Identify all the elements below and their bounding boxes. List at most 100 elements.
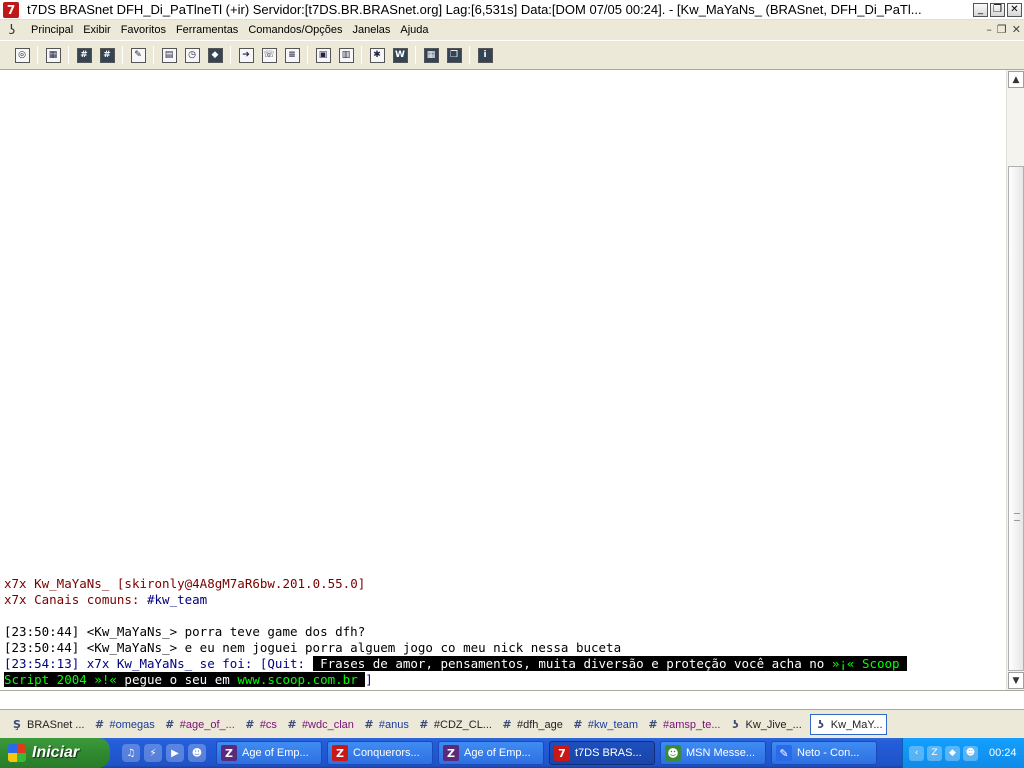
switchbar-label: Kw_Jive_... <box>745 718 802 731</box>
switchbar-item[interactable]: # #amsp_te... <box>646 714 720 735</box>
connect-icon[interactable]: ◎ <box>12 45 32 65</box>
chat-text: [23:54:13] x7x Kw_MaYaNs_ se foi: [Quit: <box>4 656 313 671</box>
server-icon: Ş <box>13 718 21 731</box>
menu-comandos[interactable]: Comandos/Opções <box>243 24 347 36</box>
taskbar-button[interactable]: 7 t7DS BRAS... <box>549 741 655 765</box>
menu-ajuda[interactable]: Ajuda <box>395 24 433 36</box>
chat-window[interactable]: x7x Kw_MaYaNs_ [skironly@4A8gM7aR6bw.201… <box>0 70 1006 690</box>
chat-line: x7x Canais comuns: #kw_team <box>4 592 1004 608</box>
tray-icon[interactable]: Z <box>927 745 942 761</box>
switchbar-item[interactable]: ʖ Kw_MaY... <box>809 714 887 735</box>
chat-line: [23:50:44] <Kw_MaYaNs_> porra teve game … <box>4 624 1004 640</box>
quick-launch-icon[interactable]: ☻ <box>188 744 206 762</box>
menu-ferramentas[interactable]: Ferramentas <box>171 24 243 36</box>
chat-scrollbar[interactable]: ▲ ▼ <box>1006 70 1024 690</box>
quick-launch-icon[interactable]: ⚡ <box>144 744 162 762</box>
chat-text: www.scoop.com.br <box>237 672 366 687</box>
channel-icon: # <box>364 718 374 731</box>
windows-logo-icon <box>8 744 26 762</box>
switchbar-item[interactable]: # #age_of_... <box>163 714 235 735</box>
switchbar-item[interactable]: # #CDZ_CL... <box>417 714 492 735</box>
log-icon[interactable]: ▣ <box>313 45 333 65</box>
channel-list-icon[interactable]: # <box>97 45 117 65</box>
dcc-chat-icon[interactable]: ☏ <box>259 45 279 65</box>
quick-launch-icon[interactable]: ♫ <box>122 744 140 762</box>
scroll-thumb[interactable] <box>1008 166 1024 671</box>
switchbar-label: #age_of_... <box>179 718 235 731</box>
taskbar-label: Neto - Con... <box>797 747 860 759</box>
window-switchbar: Ş BRASnet ... # #omegas # #age_of_... # #cs # #wd… <box>0 711 1024 738</box>
switchbar-item[interactable]: # #anus <box>362 714 409 735</box>
address-book-icon[interactable]: ✎ <box>128 45 148 65</box>
switchbar-item[interactable]: # #wdc_clan <box>285 714 354 735</box>
switchbar-item[interactable]: Ş BRASnet ... <box>10 714 84 735</box>
chat-text: #kw_team <box>147 592 208 607</box>
task-buttons: Z Age of Emp... Z Conquerors... Z Age of Emp.… <box>216 741 882 765</box>
notify-icon[interactable]: ▤ <box>159 45 179 65</box>
close-button[interactable]: ✕ <box>1007 2 1022 17</box>
mdi-restore-button[interactable]: ❐ <box>997 23 1007 36</box>
switchbar-item[interactable]: # #cs <box>243 714 277 735</box>
channel-icon: # <box>573 718 583 731</box>
notes-icon[interactable]: ▥ <box>336 45 356 65</box>
taskbar-button[interactable]: ✎ Neto - Con... <box>771 741 877 765</box>
taskbar-button[interactable]: Z Conquerors... <box>327 741 433 765</box>
timer-icon[interactable]: ◷ <box>182 45 202 65</box>
options-icon[interactable]: ▦ <box>43 45 63 65</box>
quick-launch-icon[interactable]: ▶ <box>166 744 184 762</box>
users-icon[interactable]: ✱ <box>367 45 387 65</box>
app-icon: Z <box>332 745 348 761</box>
message-input[interactable] <box>0 691 1024 709</box>
cascade-icon[interactable]: ❐ <box>444 45 464 65</box>
channels-icon[interactable]: # <box>74 45 94 65</box>
mdi-minimize-button[interactable]: – <box>986 23 992 36</box>
tray-icon[interactable]: ☻ <box>963 745 978 761</box>
taskbar-button[interactable]: Z Age of Emp... <box>438 741 544 765</box>
taskbar-button[interactable]: ☻ MSN Messe... <box>660 741 766 765</box>
colors-icon[interactable]: ◆ <box>205 45 225 65</box>
tray-icon[interactable]: ◆ <box>945 745 960 761</box>
switchbar-label: #omegas <box>109 718 155 731</box>
taskbar-label: MSN Messe... <box>686 747 756 759</box>
taskbar-button[interactable]: Z Age of Emp... <box>216 741 322 765</box>
urls-icon[interactable]: W <box>390 45 410 65</box>
switchbar-label: #wdc_clan <box>301 718 354 731</box>
query-icon: ʖ <box>817 718 824 731</box>
taskbar-label: Conquerors... <box>353 747 420 759</box>
restore-button[interactable]: ❐ <box>990 2 1005 17</box>
menu-exibir[interactable]: Exibir <box>78 24 116 36</box>
menu-principal[interactable]: Principal <box>26 24 78 36</box>
mdi-close-button[interactable]: ✕ <box>1012 23 1021 36</box>
scroll-down-icon[interactable]: ▼ <box>1008 672 1024 689</box>
quick-launch: ♫ ⚡ ▶ ☻ <box>122 744 206 762</box>
switchbar-item[interactable]: # #kw_team <box>571 714 638 735</box>
send-icon[interactable]: ➔ <box>236 45 256 65</box>
menu-favoritos[interactable]: Favoritos <box>116 24 171 36</box>
tray-icon[interactable]: ‹ <box>909 745 924 761</box>
start-button[interactable]: Iniciar <box>0 738 110 768</box>
scroll-up-icon[interactable]: ▲ <box>1008 71 1024 88</box>
channel-icon: # <box>502 718 512 731</box>
switchbar-label: #cs <box>259 718 277 731</box>
app-icon[interactable]: 7 <box>3 1 19 18</box>
toolbar-separator <box>230 46 231 64</box>
dcc-send-icon[interactable]: ≡ <box>282 45 302 65</box>
chat-text: »¡« Scoop <box>831 656 908 671</box>
toolbar-separator <box>37 46 38 64</box>
taskbar-label: t7DS BRAS... <box>575 747 642 759</box>
chat-line: Script 2004 »!« pegue o seu em www.scoop… <box>4 672 1004 688</box>
minimize-button[interactable]: _ <box>973 2 988 17</box>
toolbar-separator <box>469 46 470 64</box>
tile-icon[interactable]: ▦ <box>421 45 441 65</box>
chat-text <box>4 608 12 623</box>
windows-taskbar: Iniciar ♫ ⚡ ▶ ☻ Z Age of Emp... Z Conquerors..… <box>0 738 1024 768</box>
info-icon[interactable]: i <box>475 45 495 65</box>
menu-janelas[interactable]: Janelas <box>347 24 395 36</box>
channel-icon: # <box>94 718 105 731</box>
chat-text: ] <box>357 576 366 591</box>
switchbar-label: #dfh_age <box>516 718 563 731</box>
switchbar-item[interactable]: # #dfh_age <box>500 714 563 735</box>
switchbar-item[interactable]: # #omegas <box>92 714 155 735</box>
switchbar-item[interactable]: ʖ Kw_Jive_... <box>729 714 802 735</box>
system-menu-icon[interactable]: ʖ <box>4 22 20 38</box>
